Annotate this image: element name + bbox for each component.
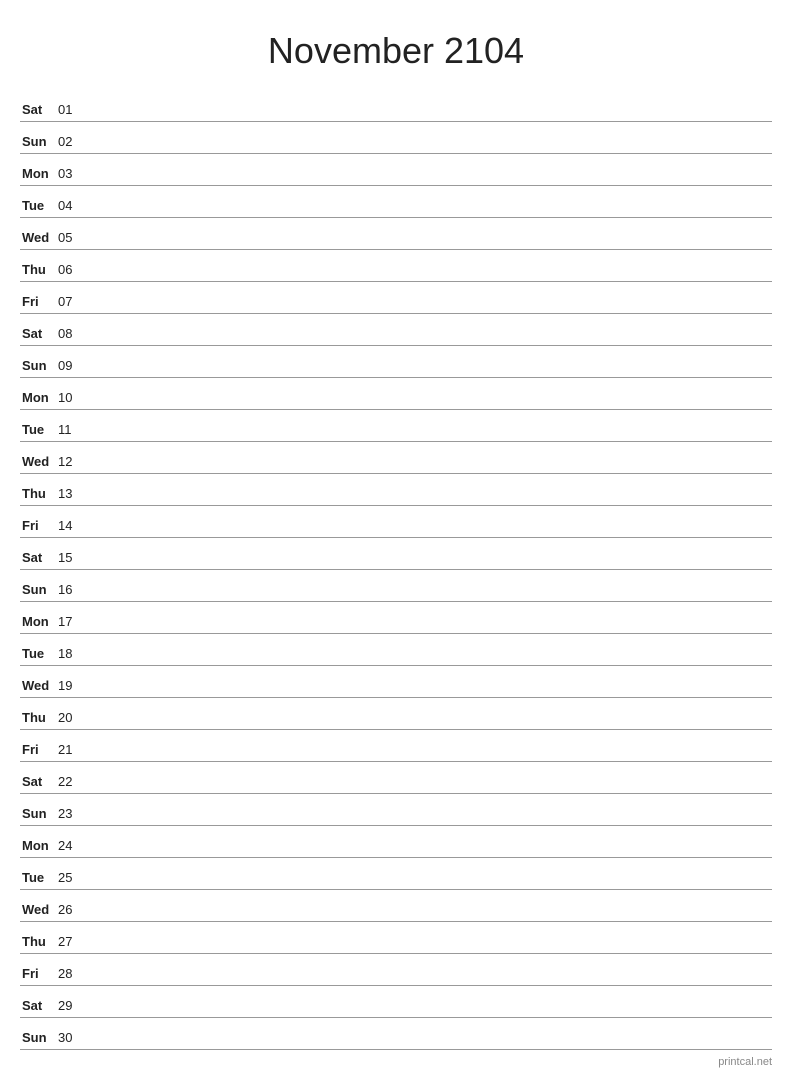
day-number: 15: [58, 550, 90, 569]
day-number: 20: [58, 710, 90, 729]
calendar-page: November 2104 Sat01Sun02Mon03Tue04Wed05T…: [0, 0, 792, 1080]
table-row: Thu13: [20, 474, 772, 506]
day-name: Tue: [20, 870, 58, 889]
day-name: Thu: [20, 262, 58, 281]
day-number: 22: [58, 774, 90, 793]
day-number: 03: [58, 166, 90, 185]
day-name: Sat: [20, 550, 58, 569]
day-number: 16: [58, 582, 90, 601]
day-name: Mon: [20, 838, 58, 857]
table-row: Wed26: [20, 890, 772, 922]
table-row: Fri28: [20, 954, 772, 986]
table-row: Wed19: [20, 666, 772, 698]
day-name: Sun: [20, 358, 58, 377]
day-number: 13: [58, 486, 90, 505]
day-name: Sat: [20, 102, 58, 121]
day-name: Tue: [20, 198, 58, 217]
table-row: Sat29: [20, 986, 772, 1018]
table-row: Wed05: [20, 218, 772, 250]
day-number: 24: [58, 838, 90, 857]
table-row: Sun30: [20, 1018, 772, 1050]
calendar-table: Sat01Sun02Mon03Tue04Wed05Thu06Fri07Sat08…: [20, 90, 772, 1050]
day-name: Fri: [20, 742, 58, 761]
day-name: Sun: [20, 806, 58, 825]
table-row: Sun09: [20, 346, 772, 378]
day-name: Wed: [20, 902, 58, 921]
day-number: 19: [58, 678, 90, 697]
table-row: Fri14: [20, 506, 772, 538]
day-name: Fri: [20, 518, 58, 537]
table-row: Fri07: [20, 282, 772, 314]
day-name: Sun: [20, 134, 58, 153]
table-row: Mon10: [20, 378, 772, 410]
table-row: Wed12: [20, 442, 772, 474]
day-number: 30: [58, 1030, 90, 1049]
day-name: Wed: [20, 678, 58, 697]
table-row: Sat15: [20, 538, 772, 570]
table-row: Sun23: [20, 794, 772, 826]
page-title: November 2104: [20, 20, 772, 72]
day-number: 09: [58, 358, 90, 377]
table-row: Tue11: [20, 410, 772, 442]
day-number: 10: [58, 390, 90, 409]
day-number: 26: [58, 902, 90, 921]
day-name: Tue: [20, 646, 58, 665]
day-number: 11: [58, 422, 90, 441]
table-row: Thu06: [20, 250, 772, 282]
watermark: printcal.net: [718, 1056, 772, 1068]
table-row: Mon17: [20, 602, 772, 634]
day-number: 28: [58, 966, 90, 985]
table-row: Tue18: [20, 634, 772, 666]
table-row: Sun02: [20, 122, 772, 154]
table-row: Sat01: [20, 90, 772, 122]
day-name: Sat: [20, 326, 58, 345]
day-number: 01: [58, 102, 90, 121]
day-number: 08: [58, 326, 90, 345]
day-number: 21: [58, 742, 90, 761]
day-name: Sat: [20, 998, 58, 1017]
day-number: 07: [58, 294, 90, 313]
table-row: Thu20: [20, 698, 772, 730]
day-name: Sun: [20, 1030, 58, 1049]
day-number: 29: [58, 998, 90, 1017]
table-row: Fri21: [20, 730, 772, 762]
day-name: Fri: [20, 966, 58, 985]
day-number: 05: [58, 230, 90, 249]
table-row: Tue04: [20, 186, 772, 218]
day-name: Wed: [20, 454, 58, 473]
day-number: 06: [58, 262, 90, 281]
day-name: Fri: [20, 294, 58, 313]
day-name: Sun: [20, 582, 58, 601]
table-row: Mon24: [20, 826, 772, 858]
day-number: 17: [58, 614, 90, 633]
day-number: 12: [58, 454, 90, 473]
day-name: Tue: [20, 422, 58, 441]
day-name: Mon: [20, 614, 58, 633]
table-row: Sat08: [20, 314, 772, 346]
table-row: Sat22: [20, 762, 772, 794]
table-row: Tue25: [20, 858, 772, 890]
table-row: Thu27: [20, 922, 772, 954]
day-number: 25: [58, 870, 90, 889]
day-name: Mon: [20, 166, 58, 185]
day-name: Mon: [20, 390, 58, 409]
day-number: 02: [58, 134, 90, 153]
day-number: 04: [58, 198, 90, 217]
day-name: Thu: [20, 934, 58, 953]
table-row: Mon03: [20, 154, 772, 186]
day-name: Sat: [20, 774, 58, 793]
day-name: Thu: [20, 710, 58, 729]
day-number: 18: [58, 646, 90, 665]
day-name: Wed: [20, 230, 58, 249]
day-number: 27: [58, 934, 90, 953]
day-number: 23: [58, 806, 90, 825]
table-row: Sun16: [20, 570, 772, 602]
day-name: Thu: [20, 486, 58, 505]
day-number: 14: [58, 518, 90, 537]
